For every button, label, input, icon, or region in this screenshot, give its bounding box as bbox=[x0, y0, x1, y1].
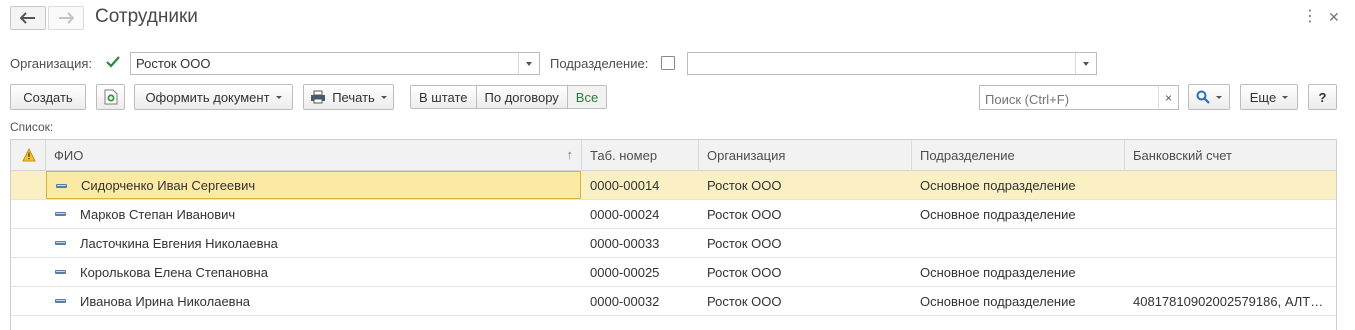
cell-fio[interactable]: Ласточкина Евгения Николаевна bbox=[46, 229, 582, 257]
organization-field[interactable]: Росток ООО bbox=[130, 52, 540, 75]
arrow-left-icon bbox=[20, 12, 35, 24]
header-organization[interactable]: Организация bbox=[699, 140, 912, 171]
search-clear-button[interactable]: × bbox=[1158, 86, 1178, 109]
chevron-down-icon bbox=[1216, 95, 1222, 99]
fio-text: Иванова Ирина Николаевна bbox=[80, 294, 250, 309]
cell-tab-number[interactable]: 0000-00025 bbox=[582, 258, 699, 286]
table-row[interactable]: Иванова Ирина Николаевна 0000-00032 Рост… bbox=[11, 287, 1336, 316]
create-label: Создать bbox=[23, 89, 73, 105]
sort-ascending-icon: ↑ bbox=[566, 147, 574, 162]
cell-tab-number[interactable]: 0000-00032 bbox=[582, 287, 699, 315]
table-header: ФИО ↑ Таб. номер Организация Подразделен… bbox=[11, 140, 1336, 171]
table-row[interactable]: Марков Степан Иванович 0000-00024 Росток… bbox=[11, 200, 1336, 229]
help-button[interactable]: ? bbox=[1308, 84, 1337, 110]
cell-department[interactable]: Основное подразделение bbox=[912, 200, 1125, 228]
cell-bank-account[interactable] bbox=[1125, 200, 1336, 228]
header-fio-label: ФИО bbox=[54, 148, 84, 163]
organization-dropdown-button[interactable] bbox=[518, 53, 539, 74]
fio-text: Королькова Елена Степановна bbox=[80, 265, 268, 280]
cell-organization[interactable]: Росток ООО bbox=[699, 229, 912, 257]
employee-marker-icon bbox=[56, 184, 67, 188]
magnifier-icon bbox=[1196, 90, 1210, 104]
organization-checkbox[interactable] bbox=[105, 55, 120, 69]
organization-value: Росток ООО bbox=[136, 56, 211, 71]
search-input[interactable] bbox=[979, 85, 1179, 110]
cell-fio[interactable]: Королькова Елена Степановна bbox=[46, 258, 582, 286]
employee-marker-icon bbox=[55, 212, 66, 216]
employment-filter-segment: В штате По договору Все bbox=[410, 85, 608, 109]
header-warning-cell[interactable] bbox=[11, 140, 46, 171]
employee-marker-icon bbox=[55, 270, 66, 274]
cell-tab-number[interactable]: 0000-00014 bbox=[582, 171, 699, 199]
cell-bank-account[interactable] bbox=[1125, 229, 1336, 257]
add-document-icon bbox=[104, 89, 117, 105]
table-row[interactable]: Ласточкина Евгения Николаевна 0000-00033… bbox=[11, 229, 1336, 258]
printer-icon bbox=[311, 90, 326, 104]
issue-document-button[interactable]: Оформить документ bbox=[134, 84, 293, 110]
close-icon[interactable]: ✕ bbox=[1328, 9, 1340, 25]
cell-fio[interactable]: Иванова Ирина Николаевна bbox=[46, 287, 582, 315]
chevron-down-icon bbox=[1083, 61, 1089, 66]
page-title: Сотрудники bbox=[95, 6, 198, 27]
cell-bank-account[interactable] bbox=[1125, 171, 1336, 199]
chevron-down-icon bbox=[275, 95, 282, 99]
cell-organization[interactable]: Росток ООО bbox=[699, 200, 912, 228]
create-copy-button[interactable] bbox=[96, 84, 125, 110]
cell-bank-account[interactable]: 40817810902002579186, АЛТ… bbox=[1125, 287, 1335, 315]
chevron-down-icon bbox=[1282, 95, 1289, 99]
segment-by-contract[interactable]: По договору bbox=[476, 86, 568, 108]
print-label: Печать bbox=[332, 89, 375, 105]
segment-in-staff[interactable]: В штате bbox=[411, 86, 477, 108]
fio-text: Ласточкина Евгения Николаевна bbox=[80, 236, 278, 251]
print-button[interactable]: Печать bbox=[303, 84, 394, 110]
warning-triangle-icon bbox=[22, 147, 36, 162]
table-row[interactable]: Королькова Елена Степановна 0000-00025 Р… bbox=[11, 258, 1336, 287]
chevron-down-icon bbox=[526, 61, 532, 66]
list-label: Список: bbox=[10, 120, 54, 134]
cell-tab-number[interactable]: 0000-00033 bbox=[582, 229, 699, 257]
employee-marker-icon bbox=[55, 241, 66, 245]
table-row[interactable]: Сидорченко Иван Сергеевич 0000-00014 Рос… bbox=[11, 171, 1336, 200]
fio-text: Марков Степан Иванович bbox=[80, 207, 236, 222]
department-label: Подразделение: bbox=[550, 56, 649, 71]
arrow-right-icon bbox=[59, 12, 74, 24]
create-button[interactable]: Создать bbox=[10, 84, 86, 110]
cell-department[interactable]: Основное подразделение bbox=[912, 287, 1125, 315]
header-fio[interactable]: ФИО ↑ bbox=[46, 140, 582, 171]
department-field[interactable] bbox=[687, 52, 1097, 75]
segment-all[interactable]: Все bbox=[567, 86, 607, 108]
cell-organization[interactable]: Росток ООО bbox=[699, 171, 912, 199]
more-label: Еще bbox=[1249, 89, 1277, 105]
header-tab-number[interactable]: Таб. номер bbox=[582, 140, 699, 171]
cell-department[interactable] bbox=[912, 229, 1125, 257]
department-dropdown-button[interactable] bbox=[1075, 53, 1096, 74]
cell-organization[interactable]: Росток ООО bbox=[699, 258, 912, 286]
checkmark-icon bbox=[106, 56, 120, 68]
search-button[interactable] bbox=[1188, 84, 1230, 110]
organization-label: Организация: bbox=[10, 56, 93, 71]
department-checkbox[interactable] bbox=[661, 56, 675, 70]
more-button[interactable]: Еще bbox=[1240, 84, 1298, 110]
help-label: ? bbox=[1318, 89, 1327, 105]
forward-button[interactable] bbox=[48, 6, 84, 30]
cell-tab-number[interactable]: 0000-00024 bbox=[582, 200, 699, 228]
employees-table: ФИО ↑ Таб. номер Организация Подразделен… bbox=[10, 139, 1337, 330]
issue-document-label: Оформить документ bbox=[145, 89, 270, 105]
cell-fio[interactable]: Сидорченко Иван Сергеевич bbox=[46, 171, 581, 199]
employee-marker-icon bbox=[55, 299, 66, 303]
chevron-down-icon bbox=[380, 95, 387, 99]
cell-fio[interactable]: Марков Степан Иванович bbox=[46, 200, 582, 228]
more-menu-icon[interactable]: ⋮ bbox=[1302, 9, 1318, 25]
cell-bank-account[interactable] bbox=[1125, 258, 1336, 286]
cell-department[interactable]: Основное подразделение bbox=[912, 258, 1125, 286]
fio-text: Сидорченко Иван Сергеевич bbox=[81, 178, 256, 193]
cell-organization[interactable]: Росток ООО bbox=[699, 287, 912, 315]
cell-department[interactable]: Основное подразделение bbox=[912, 171, 1125, 199]
back-button[interactable] bbox=[10, 6, 46, 30]
header-bank-account[interactable]: Банковский счет bbox=[1125, 140, 1336, 171]
header-department[interactable]: Подразделение bbox=[912, 140, 1125, 171]
